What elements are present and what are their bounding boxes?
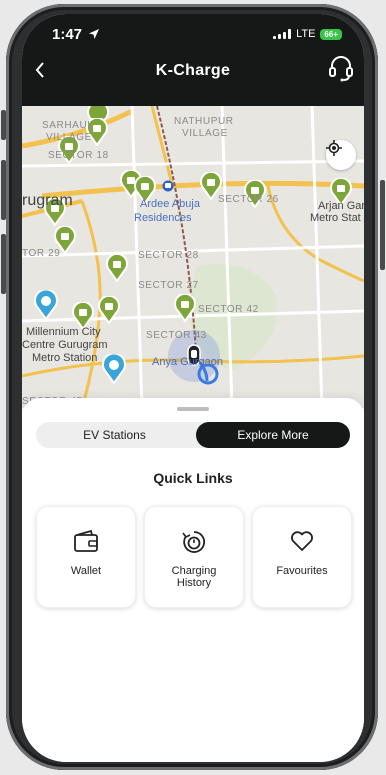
phone-side-button <box>1 110 6 140</box>
view-toggle: EV Stations Explore More <box>36 422 350 448</box>
crosshair-icon <box>326 140 342 156</box>
drag-handle[interactable] <box>177 407 209 411</box>
charging-history-label: Charging History <box>149 565 239 589</box>
status-time: 1:47 <box>52 26 83 43</box>
headset-icon <box>329 56 353 82</box>
quick-links: Wallet Charging History Favourites <box>36 506 352 608</box>
map-label: SECTOR 27 <box>138 280 199 291</box>
support-button[interactable] <box>328 54 354 87</box>
phone-side-button <box>380 180 385 270</box>
status-bar: 1:47 LTE 66+ <box>22 26 364 48</box>
map-label: SECTOR 42 <box>198 304 259 315</box>
app-header: 1:47 LTE 66+ K-Charge <box>22 14 364 106</box>
map-label: SECTOR 28 <box>138 250 199 261</box>
map-label: Arjan Gar <box>318 200 364 212</box>
charging-history-label-line1: Charging <box>171 565 217 577</box>
map-label: TOR 29 <box>22 248 61 259</box>
tab-ev-stations[interactable]: EV Stations <box>36 422 193 448</box>
battery-indicator: 66+ <box>320 28 342 40</box>
map-label: SECTOR 26 <box>218 194 279 205</box>
favourites-label: Favourites <box>276 565 328 577</box>
wallet-icon <box>74 529 98 552</box>
charging-history-card[interactable]: Charging History <box>144 506 244 608</box>
charging-history-icon <box>182 531 206 553</box>
tab-explore-more[interactable]: Explore More <box>196 422 350 448</box>
map-label: SECTOR 43 <box>146 330 207 341</box>
signal-icon <box>273 29 292 39</box>
map-label: Millennium City <box>26 326 101 338</box>
map-label: VILLAGE <box>46 132 92 143</box>
phone-side-button <box>1 160 6 220</box>
network-type: LTE <box>296 28 316 40</box>
map-label: SARHAUL <box>42 120 94 131</box>
phone-side-button <box>1 234 6 294</box>
map-label: SECTOR 18 <box>48 150 109 161</box>
charging-history-label-line2: History <box>176 577 212 589</box>
wallet-label: Wallet <box>70 565 102 577</box>
map-label: Anya Gurgaon <box>152 356 223 368</box>
nav-bar: K-Charge <box>22 56 364 88</box>
location-arrow-icon <box>88 27 100 44</box>
wallet-card[interactable]: Wallet <box>36 506 136 608</box>
locate-me-button[interactable] <box>326 140 356 170</box>
app-screen: 1:47 LTE 66+ K-Charge SARHAUL VILLAGE SE… <box>22 14 364 762</box>
map-label: Residences <box>134 212 192 224</box>
page-title: K-Charge <box>155 62 231 79</box>
map-label: rugram <box>22 192 73 209</box>
bottom-sheet: EV Stations Explore More Quick Links Wal… <box>22 398 364 762</box>
map-label: Metro Stat <box>310 212 361 224</box>
heart-icon <box>291 531 313 551</box>
map-label: NATHUPUR <box>174 116 234 127</box>
map-label: Ardee Abuja <box>140 198 200 210</box>
map-view[interactable]: SARHAUL VILLAGE SECTOR 18 NATHUPUR VILLA… <box>22 106 364 408</box>
quick-links-title: Quick Links <box>153 470 233 486</box>
map-label: VILLAGE <box>182 128 228 139</box>
map-label: Metro Station <box>32 352 98 364</box>
favourites-card[interactable]: Favourites <box>252 506 352 608</box>
map-label: Centre Gurugram <box>22 339 108 351</box>
